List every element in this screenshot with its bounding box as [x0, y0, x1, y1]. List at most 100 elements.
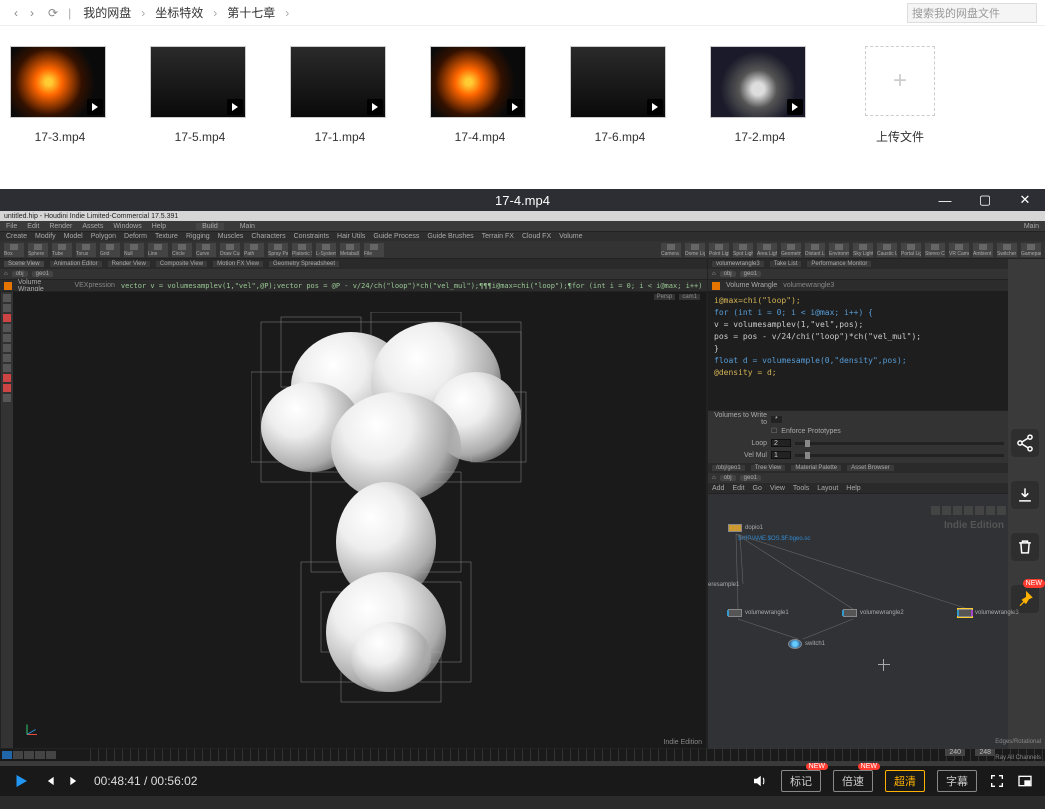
viewport-toolbar [1, 292, 13, 748]
vp-tool-icon[interactable] [3, 364, 11, 372]
shelf-tool[interactable]: Switcher [997, 243, 1017, 257]
file-item[interactable]: 17-5.mp4 [150, 46, 250, 145]
vp-tool-icon[interactable] [3, 394, 11, 402]
node-vw2[interactable]: volumewrangle2 [843, 609, 904, 617]
fullscreen-button[interactable] [989, 773, 1005, 789]
video-thumbnail [570, 46, 666, 118]
shelf-tool[interactable]: Platonic Solids [292, 243, 312, 257]
shelf-tool[interactable]: Ambient Light [973, 243, 993, 257]
player-title: 17-4.mp4 [495, 193, 550, 208]
breadcrumb-mid[interactable]: 坐标特效 [145, 4, 213, 21]
shelf-tool[interactable]: Stereo Camera [925, 243, 945, 257]
shelf-tool[interactable]: Grid [100, 243, 120, 257]
close-button[interactable]: ✕ [1005, 189, 1045, 211]
shelf-tools: Box Sphere Tube Torus Grid Null Line Circle Curv… [0, 241, 1045, 259]
subtitle-button[interactable]: 字幕 [937, 770, 977, 792]
vex-code-editor[interactable]: i@max=chi("loop");for (int i = 0; i < i@… [708, 291, 1008, 411]
vp-tool-icon[interactable] [3, 314, 11, 322]
shelf-tool[interactable]: Line [148, 243, 168, 257]
speed-button[interactable]: 倍速NEW [833, 770, 873, 792]
app-titlebar: untitled.hip - Houdini Indie Limited-Com… [0, 211, 1045, 221]
shelf-tool[interactable]: Caustic Light [877, 243, 897, 257]
vp-tool-icon[interactable] [3, 294, 11, 302]
shelf-tool[interactable]: Point Light [709, 243, 729, 257]
shelf-tool[interactable]: Metaball [340, 243, 360, 257]
houdini-timeline[interactable]: 240 248 Edges/Rotational Ray All Channel… [0, 749, 1045, 761]
minimize-button[interactable]: — [925, 189, 965, 211]
shelf-tool[interactable]: L-System [316, 243, 336, 257]
shelf-tool[interactable]: VR Camera [949, 243, 969, 257]
download-button[interactable] [1011, 481, 1039, 509]
viewport-tabs: Scene ViewAnimation EditorRender ViewCom… [0, 259, 707, 269]
shelf-tool[interactable]: Box [4, 243, 24, 257]
node-dopio[interactable]: dopio1 [728, 524, 763, 532]
shelf-tool[interactable]: Null [124, 243, 144, 257]
nav-back-icon[interactable]: ‹ [8, 6, 24, 20]
vp-tool-icon[interactable] [3, 324, 11, 332]
play-icon [787, 99, 803, 115]
node-switch[interactable]: switch1 [788, 639, 825, 649]
shelf-tool[interactable]: File [364, 243, 384, 257]
shelf-tool[interactable]: Tube [52, 243, 72, 257]
vp-tool-icon[interactable] [3, 304, 11, 312]
node-vw3[interactable]: volumewrangle3 [958, 609, 1019, 617]
shelf-tool[interactable]: Area Light [757, 243, 777, 257]
pin-button[interactable]: NEW [1011, 585, 1039, 613]
search-input[interactable]: 搜索我的网盘文件 [907, 3, 1037, 23]
next-button[interactable] [68, 774, 82, 788]
node-resample[interactable]: eresample1 [708, 582, 739, 588]
scene-viewport[interactable]: Persp cam1 [0, 291, 707, 749]
wrangle-header: Volume Wrangle VEXpression vector v = vo… [0, 279, 707, 291]
shelf-tool[interactable]: Curve [196, 243, 216, 257]
shelf-tool[interactable]: Environment Light [829, 243, 849, 257]
vp-tool-icon[interactable] [3, 354, 11, 362]
network-editor[interactable]: Indie Edition dopio1 $HIP/AME.$OS.$F.bge… [708, 493, 1008, 749]
shelf-tool[interactable]: Circle [172, 243, 192, 257]
breadcrumb-chapter[interactable]: 第十七章 [217, 4, 285, 21]
node-vw1[interactable]: volumewrangle1 [728, 609, 789, 617]
shelf-tool[interactable]: Gamepad Camera [1021, 243, 1041, 257]
vp-tool-icon[interactable] [3, 344, 11, 352]
shelf-tool[interactable]: Path [244, 243, 264, 257]
file-grid: 17-3.mp4 17-5.mp4 17-1.mp4 17-4.mp4 17-6… [0, 26, 1045, 165]
maximize-button[interactable]: ▢ [965, 189, 1005, 211]
pip-button[interactable] [1017, 773, 1033, 789]
play-button[interactable] [12, 772, 30, 790]
loop-slider[interactable] [795, 442, 1004, 445]
breadcrumb-root[interactable]: 我的网盘 [73, 4, 141, 21]
shelf-tool[interactable]: Spot Light [733, 243, 753, 257]
file-item[interactable]: 17-6.mp4 [570, 46, 670, 145]
shelf-tool[interactable]: Distant Light [805, 243, 825, 257]
shelf-tabs: CreateModifyModelPolygonDeformTextureRig… [0, 231, 1045, 241]
prev-button[interactable] [42, 774, 56, 788]
vp-tool-icon[interactable] [3, 384, 11, 392]
velmul-slider[interactable] [795, 454, 1004, 457]
upload-button[interactable]: + 上传文件 [850, 46, 950, 145]
breadcrumb-bar: ‹ › ⟳ | 我的网盘 › 坐标特效 › 第十七章 › 搜索我的网盘文件 [0, 0, 1045, 26]
file-item[interactable]: 17-4.mp4 [430, 46, 530, 145]
shelf-tool[interactable]: Geometry Light [781, 243, 801, 257]
share-button[interactable] [1011, 429, 1039, 457]
shelf-tool[interactable]: Dome Light [685, 243, 705, 257]
player-controls: 00:48:41 / 00:56:02 标记NEW 倍速NEW 超清 字幕 [0, 766, 1045, 796]
shelf-tool[interactable]: Camera [661, 243, 681, 257]
video-thumbnail [710, 46, 806, 118]
nav-fwd-icon[interactable]: › [24, 6, 40, 20]
shelf-tool[interactable]: Torus [76, 243, 96, 257]
vp-tool-icon[interactable] [3, 334, 11, 342]
volume-button[interactable] [751, 772, 769, 790]
shelf-tool[interactable]: Draw Curve [220, 243, 240, 257]
file-item[interactable]: 17-3.mp4 [10, 46, 110, 145]
shelf-tool[interactable]: Sky Light [853, 243, 873, 257]
shelf-tool[interactable]: Spray Paint [268, 243, 288, 257]
quality-button[interactable]: 超清 [885, 770, 925, 792]
play-icon [87, 99, 103, 115]
shelf-tool[interactable]: Portal Light [901, 243, 921, 257]
refresh-icon[interactable]: ⟳ [40, 6, 66, 20]
shelf-tool[interactable]: Sphere [28, 243, 48, 257]
mark-button[interactable]: 标记NEW [781, 770, 821, 792]
vp-tool-icon[interactable] [3, 374, 11, 382]
file-item[interactable]: 17-2.mp4 [710, 46, 810, 145]
file-item[interactable]: 17-1.mp4 [290, 46, 390, 145]
delete-button[interactable] [1011, 533, 1039, 561]
